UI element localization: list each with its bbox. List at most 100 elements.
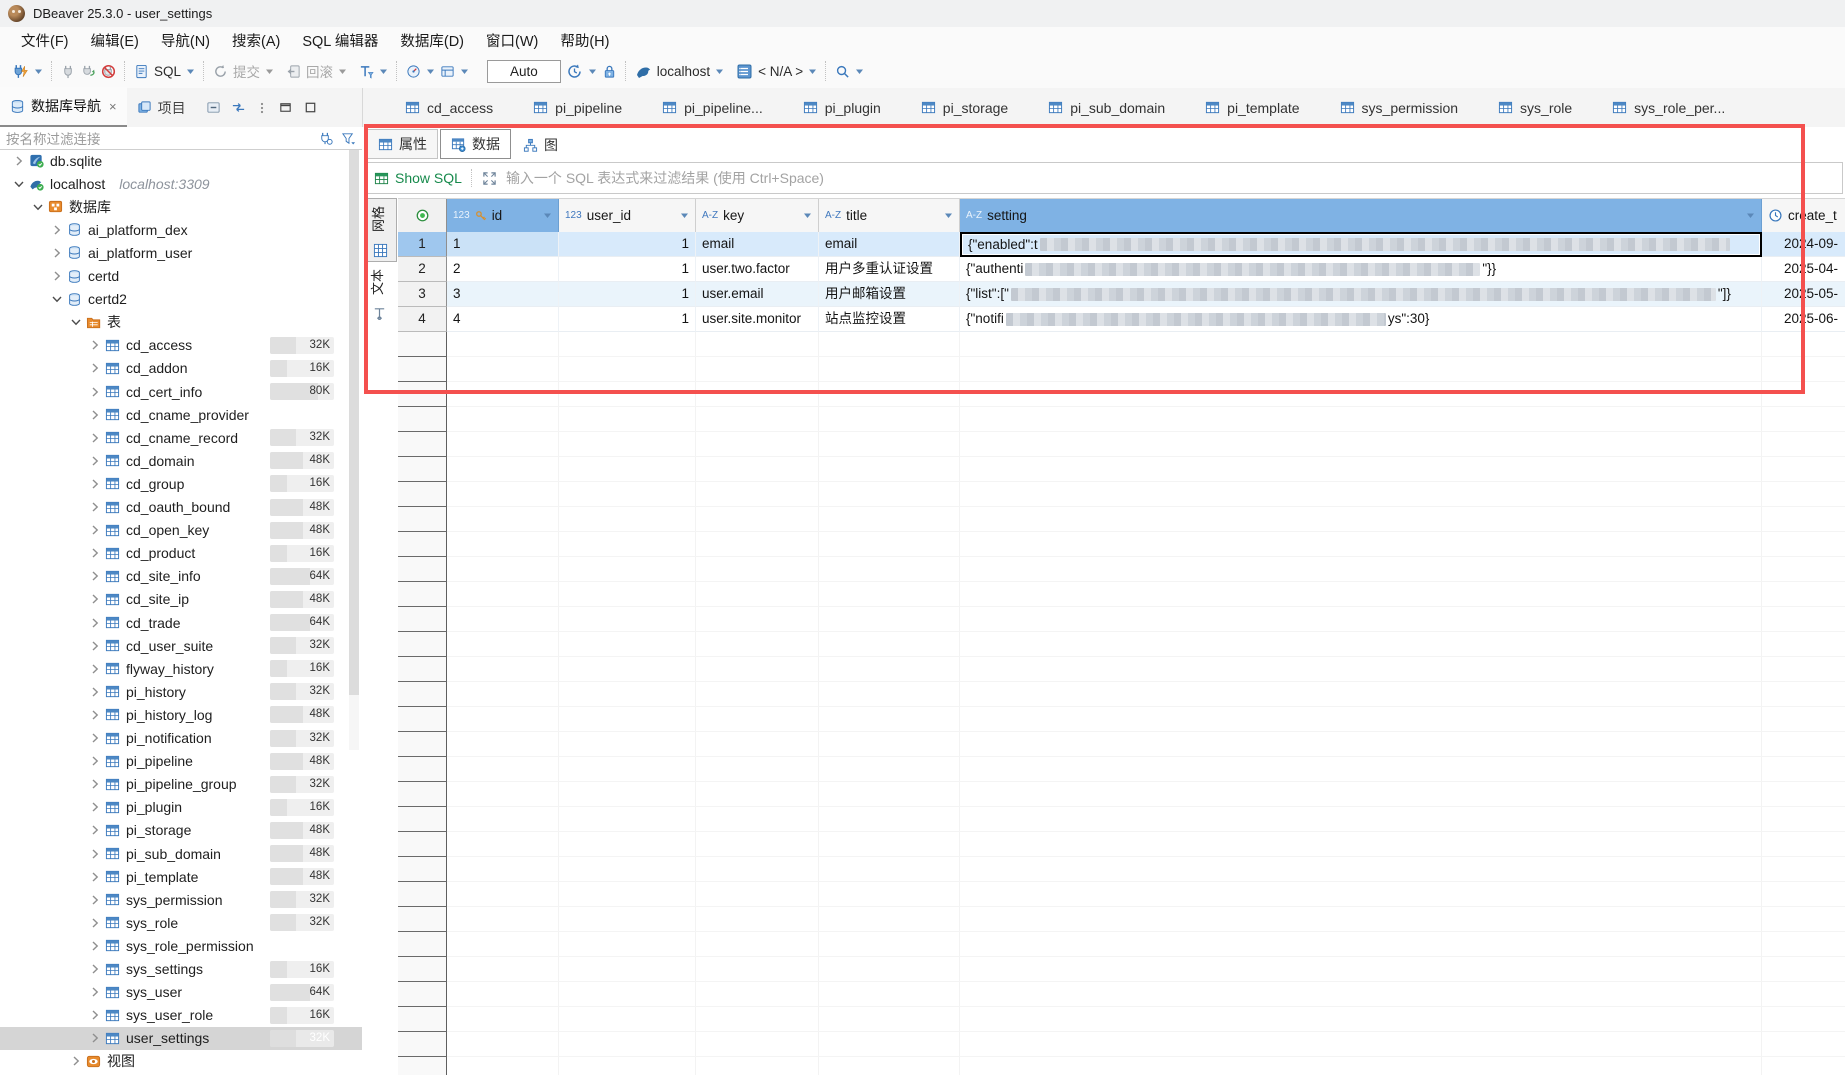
lock-icon[interactable] xyxy=(602,64,617,79)
cell-setting[interactable]: {"enabled":t xyxy=(960,232,1762,257)
cell-create-time[interactable]: 2025-06- xyxy=(1762,307,1845,332)
row-number[interactable]: 3 xyxy=(398,282,447,307)
empty-cell[interactable] xyxy=(819,557,960,582)
empty-cell[interactable] xyxy=(960,1007,1762,1032)
empty-cell[interactable] xyxy=(960,407,1762,432)
row-number[interactable]: 1 xyxy=(398,232,447,257)
empty-cell[interactable] xyxy=(819,632,960,657)
transaction-dropdown-icon[interactable] xyxy=(379,67,388,76)
empty-cell[interactable] xyxy=(447,357,559,382)
column-dropdown-icon[interactable] xyxy=(543,211,552,220)
empty-cell[interactable] xyxy=(819,882,960,907)
reconnect-icon[interactable] xyxy=(81,64,96,79)
empty-cell[interactable] xyxy=(559,532,696,557)
menu-item-0[interactable]: 文件(F) xyxy=(10,28,80,53)
mode-grid-tab[interactable]: 网格 xyxy=(365,198,397,262)
empty-cell[interactable] xyxy=(960,357,1762,382)
empty-cell[interactable] xyxy=(559,932,696,957)
chevron-right-icon[interactable] xyxy=(88,985,102,999)
empty-cell[interactable] xyxy=(1762,1007,1845,1032)
empty-cell[interactable] xyxy=(819,832,960,857)
commit-dropdown-icon[interactable] xyxy=(265,67,274,76)
tree-item-数据库[interactable]: 数据库 xyxy=(0,195,362,218)
menu-item-2[interactable]: 导航(N) xyxy=(150,28,221,53)
empty-cell[interactable] xyxy=(696,632,819,657)
empty-row-number[interactable] xyxy=(398,607,447,632)
empty-cell[interactable] xyxy=(960,382,1762,407)
tab-properties[interactable]: 属性 xyxy=(367,129,438,159)
tree-item-pi_notification[interactable]: pi_notification32K xyxy=(0,727,362,750)
tree-item-sys_role[interactable]: sys_role32K xyxy=(0,911,362,934)
empty-cell[interactable] xyxy=(819,457,960,482)
empty-cell[interactable] xyxy=(819,657,960,682)
empty-row-number[interactable] xyxy=(398,657,447,682)
empty-cell[interactable] xyxy=(559,1032,696,1057)
empty-cell[interactable] xyxy=(960,1057,1762,1075)
tree-item-cd_cname_record[interactable]: cd_cname_record32K xyxy=(0,426,362,449)
empty-row-number[interactable] xyxy=(398,907,447,932)
empty-cell[interactable] xyxy=(1762,1032,1845,1057)
tree-item-表[interactable]: 表 xyxy=(0,311,362,334)
chevron-right-icon[interactable] xyxy=(88,962,102,976)
empty-cell[interactable] xyxy=(960,607,1762,632)
cell-setting[interactable]: {"notifiys":30} xyxy=(960,307,1762,332)
performance-icon[interactable] xyxy=(406,64,421,79)
editor-tab-sys_permission[interactable]: sys_permission xyxy=(1322,89,1476,127)
empty-row-number[interactable] xyxy=(398,432,447,457)
column-header-create_t[interactable]: create_t xyxy=(1762,199,1845,233)
chevron-right-icon[interactable] xyxy=(88,454,102,468)
empty-cell[interactable] xyxy=(696,957,819,982)
empty-cell[interactable] xyxy=(696,407,819,432)
empty-cell[interactable] xyxy=(960,707,1762,732)
chevron-right-icon[interactable] xyxy=(88,431,102,445)
chevron-right-icon[interactable] xyxy=(88,777,102,791)
empty-cell[interactable] xyxy=(1762,432,1845,457)
rollback-button[interactable]: 回滚 xyxy=(306,61,333,81)
empty-cell[interactable] xyxy=(1762,857,1845,882)
row-number[interactable]: 4 xyxy=(398,307,447,332)
tab-projects[interactable]: 项目 xyxy=(127,89,196,127)
empty-cell[interactable] xyxy=(1762,882,1845,907)
empty-cell[interactable] xyxy=(447,407,559,432)
empty-cell[interactable] xyxy=(960,907,1762,932)
cell-title[interactable]: email xyxy=(819,232,960,257)
chevron-right-icon[interactable] xyxy=(88,569,102,583)
empty-cell[interactable] xyxy=(696,482,819,507)
tree-item-视图[interactable]: 视图 xyxy=(0,1050,362,1073)
empty-cell[interactable] xyxy=(447,707,559,732)
empty-cell[interactable] xyxy=(559,1057,696,1075)
tree-item-cd_site_ip[interactable]: cd_site_ip48K xyxy=(0,588,362,611)
empty-cell[interactable] xyxy=(447,732,559,757)
menu-item-7[interactable]: 帮助(H) xyxy=(549,28,620,53)
empty-cell[interactable] xyxy=(960,932,1762,957)
cell-user-id[interactable]: 1 xyxy=(559,307,696,332)
empty-cell[interactable] xyxy=(960,682,1762,707)
empty-cell[interactable] xyxy=(447,807,559,832)
empty-cell[interactable] xyxy=(447,657,559,682)
column-dropdown-icon[interactable] xyxy=(1746,211,1755,220)
show-sql-button[interactable]: Show SQL xyxy=(374,170,462,186)
empty-cell[interactable] xyxy=(960,982,1762,1007)
column-dropdown-icon[interactable] xyxy=(680,211,689,220)
tree-item-sys_permission[interactable]: sys_permission32K xyxy=(0,888,362,911)
chevron-right-icon[interactable] xyxy=(88,662,102,676)
empty-cell[interactable] xyxy=(1762,832,1845,857)
schema-dropdown-icon[interactable] xyxy=(808,67,817,76)
empty-cell[interactable] xyxy=(696,1057,819,1075)
filter-icon[interactable] xyxy=(341,131,356,146)
cell-key[interactable]: user.two.factor xyxy=(696,257,819,282)
empty-row-number[interactable] xyxy=(398,507,447,532)
empty-cell[interactable] xyxy=(559,907,696,932)
expand-filter-icon[interactable] xyxy=(482,171,497,186)
empty-cell[interactable] xyxy=(447,632,559,657)
empty-cell[interactable] xyxy=(819,932,960,957)
sql-editor-button[interactable]: SQL xyxy=(154,64,181,79)
chevron-right-icon[interactable] xyxy=(88,523,102,537)
tree-item-cd_cname_provider[interactable]: cd_cname_provider xyxy=(0,403,362,426)
empty-cell[interactable] xyxy=(1762,707,1845,732)
empty-cell[interactable] xyxy=(559,482,696,507)
empty-cell[interactable] xyxy=(1762,1057,1845,1075)
search-icon[interactable] xyxy=(835,64,850,79)
empty-cell[interactable] xyxy=(447,507,559,532)
empty-cell[interactable] xyxy=(960,632,1762,657)
